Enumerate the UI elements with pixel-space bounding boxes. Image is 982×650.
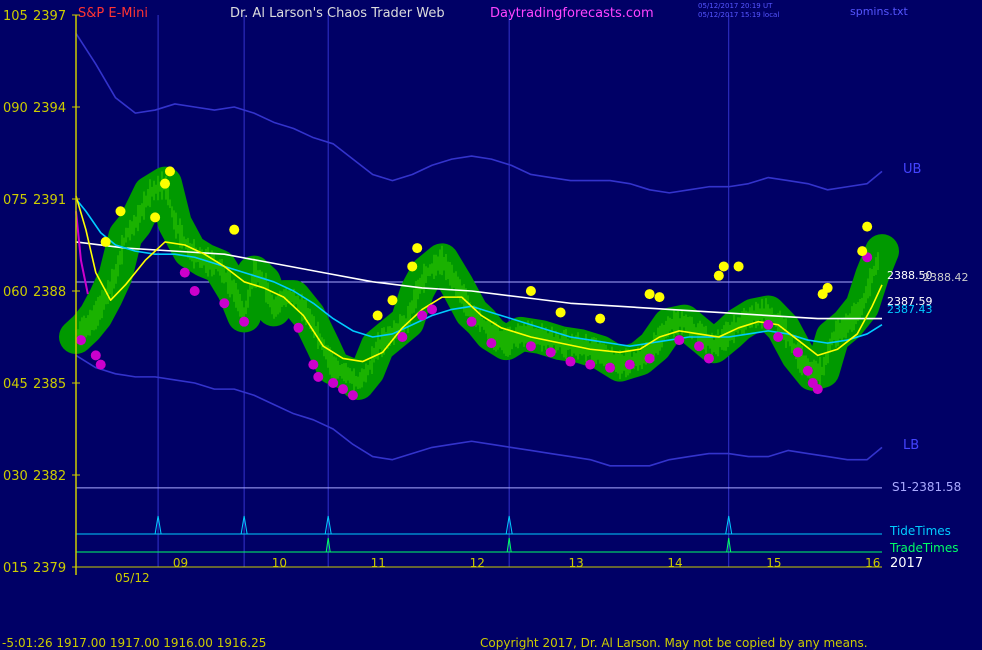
symbol-label: S&P E-Mini (78, 6, 148, 21)
extreme-high-dot (150, 212, 161, 223)
x-tick-label: 11 (371, 556, 386, 570)
x-tick-label: 09 (173, 556, 188, 570)
extreme-low-dot (417, 310, 428, 321)
y-tick-label-osc: 075 (3, 193, 28, 208)
extreme-low-dot (338, 384, 349, 395)
extreme-low-dot (585, 359, 596, 370)
extreme-high-dot (229, 224, 240, 235)
value-label-2387-43: 2387.43 (887, 303, 933, 316)
x-tick-label: 15 (766, 556, 781, 570)
extreme-high-dot (857, 246, 868, 257)
extreme-high-dot (372, 310, 383, 321)
extreme-high-dot (407, 261, 418, 272)
site-link[interactable]: Daytradingforecasts.com (490, 6, 654, 21)
extreme-low-dot (347, 390, 358, 401)
x-tick-label: 13 (568, 556, 583, 570)
y-tick-label-price: 2397 (33, 9, 66, 24)
extreme-high-dot (525, 286, 536, 296)
y-tick-label-price: 2385 (33, 377, 66, 392)
extreme-low-dot (397, 332, 408, 342)
extreme-high-dot (718, 261, 729, 272)
extreme-low-dot (308, 359, 319, 370)
last-quote: -5:01:26 1917.00 1917.00 1916.00 1916.25 (2, 636, 266, 650)
extreme-low-dot (624, 359, 635, 370)
y-tick-label-price: 2379 (33, 561, 66, 576)
tide-times-label: TideTimes (889, 524, 951, 538)
extreme-low-dot (90, 350, 101, 361)
extreme-low-dot (486, 338, 497, 349)
extreme-low-dot (239, 316, 250, 327)
y-tick-label-osc: 045 (3, 377, 28, 392)
extreme-low-dot (812, 384, 823, 395)
y-tick-label-osc: 015 (3, 561, 28, 576)
extreme-low-dot (694, 341, 705, 352)
extreme-low-dot (219, 298, 230, 309)
extreme-high-dot (100, 236, 111, 247)
extreme-low-dot (802, 365, 813, 376)
x-tick-label: 12 (470, 556, 485, 570)
extreme-high-dot (115, 206, 126, 217)
year-label: 2017 (890, 556, 923, 571)
extreme-low-dot (773, 332, 784, 342)
extreme-high-dot (555, 307, 566, 318)
data-file-label: spmins.txt (850, 5, 909, 18)
extreme-high-dot (412, 243, 423, 254)
y-tick-label-osc: 030 (3, 469, 28, 484)
y-tick-label-price: 2382 (33, 469, 66, 484)
copyright-notice: Copyright 2017, Dr. Al Larson. May not b… (480, 636, 868, 650)
timestamp-ut: 05/12/2017 20:19 UT (698, 2, 773, 10)
extreme-low-dot (674, 335, 685, 346)
x-tick-label: 16 (865, 556, 880, 570)
extreme-high-dot (713, 270, 724, 281)
extreme-low-dot (427, 304, 438, 315)
trade-times-label: TradeTimes (889, 541, 958, 555)
extreme-low-dot (605, 362, 616, 373)
extreme-low-dot (313, 371, 324, 382)
extreme-high-dot (733, 261, 744, 272)
extreme-low-dot (763, 319, 774, 330)
y-tick-label-osc: 090 (3, 101, 28, 116)
extreme-low-dot (565, 356, 576, 367)
extreme-low-dot (293, 322, 304, 333)
extreme-high-dot (822, 282, 833, 293)
y-tick-label-price: 2388 (33, 285, 66, 300)
chart: 105 2397 090 2394 075 2391 060 2388 045 2385 030 23… (0, 0, 982, 650)
extreme-high-dot (160, 178, 171, 189)
extreme-high-dot (862, 221, 873, 232)
lower-band-label: LB (903, 438, 919, 453)
x-tick-label: 14 (667, 556, 682, 570)
extreme-high-dot (595, 313, 606, 324)
extreme-high-dot (654, 292, 665, 303)
value-label-2388-42: 2388.42 (923, 271, 969, 284)
extreme-low-dot (644, 353, 655, 364)
extreme-low-dot (466, 316, 477, 327)
extreme-low-dot (525, 341, 536, 352)
support-line-label: S1-2381.58 (892, 480, 961, 494)
y-tick-label-osc: 105 (3, 9, 28, 24)
extreme-low-dot (328, 378, 339, 388)
y-tick-label-price: 2394 (33, 101, 66, 116)
timestamp-local: 05/12/2017 15:19 local (698, 11, 779, 19)
extreme-high-dot (387, 295, 398, 306)
y-tick-label-price: 2391 (33, 193, 66, 208)
extreme-high-dot (644, 289, 655, 300)
x-tick-label: 10 (272, 556, 287, 570)
date-label: 05/12 (115, 571, 150, 585)
y-tick-label-osc: 060 (3, 285, 28, 300)
extreme-low-dot (189, 286, 200, 296)
extreme-low-dot (179, 267, 190, 278)
extreme-high-dot (164, 166, 175, 177)
extreme-low-dot (95, 359, 106, 370)
extreme-low-dot (703, 353, 714, 364)
chart-title: Dr. Al Larson's Chaos Trader Web (230, 6, 445, 21)
extreme-low-dot (545, 347, 556, 358)
extreme-low-dot (792, 347, 803, 358)
upper-band-label: UB (903, 162, 921, 177)
extreme-low-dot (75, 335, 86, 346)
